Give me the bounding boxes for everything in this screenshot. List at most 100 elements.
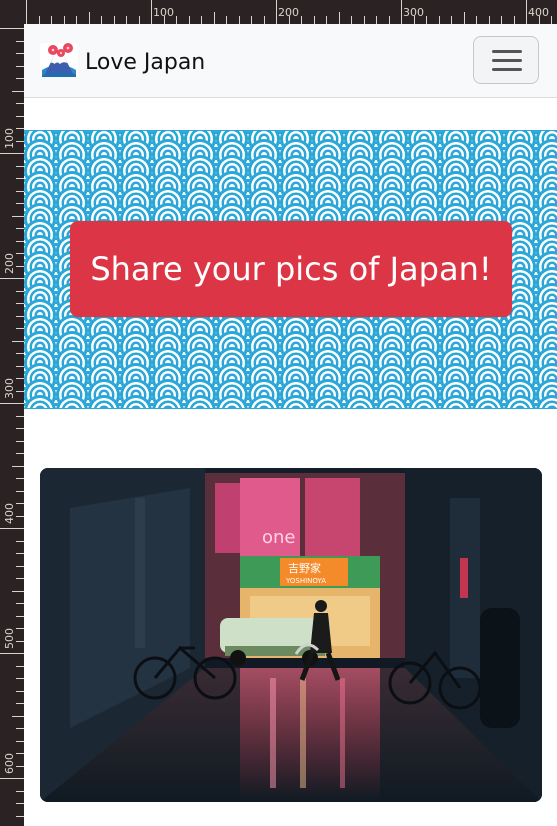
- ruler-tick: [16, 165, 24, 167]
- ruler-tick: [16, 603, 24, 604]
- ruler-tick: [313, 16, 315, 24]
- ruler-tick: [0, 778, 24, 779]
- ruler-tick: [12, 590, 24, 592]
- ruler-tick: [16, 503, 24, 504]
- share-pics-button[interactable]: Share your pics of Japan!: [70, 221, 512, 317]
- ruler-tick: [376, 16, 377, 24]
- ruler-tick: [16, 378, 24, 379]
- ruler-tick: [12, 715, 24, 717]
- ruler-tick: [16, 115, 24, 117]
- ruler-label: 200: [3, 253, 16, 274]
- ruler-tick: [12, 465, 24, 467]
- ruler-tick: [16, 190, 24, 192]
- ruler-tick: [101, 16, 102, 24]
- ruler-label: 200: [278, 6, 299, 19]
- ruler-tick: [16, 428, 24, 429]
- ruler-tick: [326, 16, 327, 24]
- ruler-label: 400: [528, 6, 549, 19]
- ruler-tick: [0, 28, 24, 29]
- ruler-tick: [16, 240, 24, 242]
- hero-banner: Share your pics of Japan!: [24, 130, 557, 409]
- ruler-tick: [16, 553, 24, 554]
- ruler-tick: [0, 528, 24, 529]
- ruler-tick: [151, 0, 152, 24]
- browser-viewport: Love Japan Share your pics of Japan! one…: [24, 24, 557, 826]
- ruler-tick: [16, 140, 24, 142]
- ruler-tick: [16, 78, 24, 79]
- ruler-tick: [88, 12, 90, 24]
- ruler-tick: [251, 16, 252, 24]
- ruler-tick: [63, 16, 65, 24]
- ruler-tick: [513, 16, 515, 24]
- ruler-label: 100: [153, 6, 174, 19]
- ruler-label: 600: [3, 753, 16, 774]
- ruler-tick: [16, 815, 24, 817]
- ruler-tick: [16, 415, 24, 417]
- ruler-tick: [16, 628, 24, 629]
- ruler-tick: [16, 690, 24, 692]
- ruler-tick: [113, 16, 115, 24]
- ruler-tick: [12, 340, 24, 342]
- ruler-tick: [16, 290, 24, 292]
- ruler-tick: [51, 16, 52, 24]
- ruler-tick: [16, 703, 24, 704]
- ruler-tick: [16, 490, 24, 492]
- ruler-tick: [16, 665, 24, 667]
- ruler-tick: [16, 765, 24, 767]
- ruler-tick: [16, 328, 24, 329]
- ruler-tick: [0, 653, 24, 654]
- ruler-tick: [16, 803, 24, 804]
- ruler-tick: [401, 0, 402, 24]
- yoshinoya-sign-subtext: YOSHINOYA: [285, 577, 326, 585]
- yoshinoya-sign-text: 吉野家: [288, 561, 321, 575]
- ruler-label: 300: [403, 6, 424, 19]
- ruler-tick: [16, 440, 24, 442]
- ruler-tick: [201, 16, 202, 24]
- ruler-tick: [263, 16, 265, 24]
- ruler-tick: [16, 478, 24, 479]
- ruler-tick: [238, 16, 240, 24]
- mount-fuji-icon: [39, 40, 79, 84]
- ruler-tick: [16, 365, 24, 367]
- ruler-tick: [463, 12, 465, 24]
- ruler-tick: [526, 0, 527, 24]
- brand-link[interactable]: Love Japan: [39, 42, 205, 82]
- ruler-tick: [16, 303, 24, 304]
- ruler-tick: [16, 390, 24, 392]
- horizontal-ruler: 100 200 300 400: [0, 0, 557, 24]
- ruler-tick: [16, 228, 24, 229]
- ruler-tick: [16, 615, 24, 617]
- photo-card: one 吉野家 YOSHINOYA: [40, 468, 542, 802]
- ruler-tick: [551, 16, 552, 24]
- vertical-ruler: 100 200 300 400 500 600: [0, 24, 24, 826]
- ruler-tick: [16, 565, 24, 567]
- navbar: Love Japan: [24, 24, 557, 98]
- ruler-tick: [16, 253, 24, 254]
- ruler-tick: [12, 215, 24, 217]
- ruler-tick: [16, 515, 24, 517]
- ruler-tick: [226, 16, 227, 24]
- ruler-tick: [16, 740, 24, 742]
- ruler-tick: [438, 16, 440, 24]
- ruler-tick: [476, 16, 477, 24]
- menu-toggle-button[interactable]: [473, 36, 539, 84]
- ruler-tick: [0, 153, 24, 154]
- ruler-label: 500: [3, 628, 16, 649]
- brand-name: Love Japan: [85, 49, 206, 75]
- ruler-tick: [16, 678, 24, 679]
- ruler-tick: [426, 16, 427, 24]
- ruler-tick: [16, 790, 24, 792]
- ruler-tick: [16, 353, 24, 354]
- ruler-tick: [501, 16, 502, 24]
- ruler-tick: [16, 103, 24, 104]
- ruler-label: 300: [3, 378, 16, 399]
- ruler-tick: [16, 540, 24, 542]
- ruler-tick: [16, 753, 24, 754]
- ruler-tick: [16, 315, 24, 317]
- ruler-tick: [76, 16, 77, 24]
- ruler-tick: [0, 278, 24, 279]
- ruler-tick: [16, 53, 24, 54]
- ruler-tick: [488, 16, 490, 24]
- tokyo-street-photo: one 吉野家 YOSHINOYA: [40, 468, 542, 802]
- ruler-tick: [16, 65, 24, 67]
